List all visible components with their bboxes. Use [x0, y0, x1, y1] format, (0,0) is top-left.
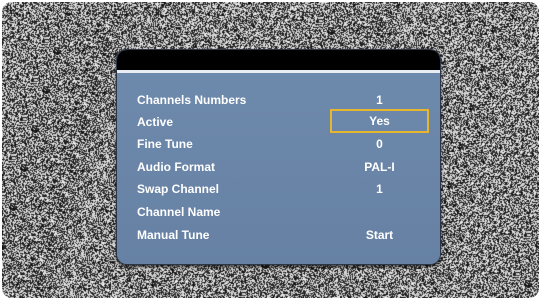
- swap-channel-value[interactable]: 1: [330, 179, 429, 199]
- menu-row-channels-numbers[interactable]: Channels Numbers 1: [117, 90, 440, 110]
- menu-row-label: Swap Channel: [137, 182, 220, 196]
- active-value-selected[interactable]: Yes: [330, 109, 429, 133]
- menu-row-label: Channels Numbers: [137, 93, 247, 107]
- menu-row-label: Manual Tune: [137, 228, 210, 242]
- menu-row-label: Audio Format: [137, 160, 215, 174]
- menu-row-swap-channel[interactable]: Swap Channel 1: [117, 179, 440, 199]
- menu-row-fine-tune[interactable]: Fine Tune 0: [117, 134, 440, 154]
- channels-numbers-value[interactable]: 1: [330, 90, 429, 110]
- menu-row-label: Active: [137, 115, 174, 129]
- audio-format-value[interactable]: PAL-I: [330, 157, 429, 177]
- manual-tune-start-button[interactable]: Start: [330, 225, 429, 245]
- menu-row-label: Channel Name: [137, 205, 221, 219]
- menu-header-bar: [117, 50, 440, 70]
- menu-row-audio-format[interactable]: Audio Format PAL-I: [117, 157, 440, 177]
- fine-tune-value[interactable]: 0: [330, 134, 429, 154]
- menu-row-label: Fine Tune: [137, 137, 193, 151]
- tv-screen: Channels Numbers 1 Active Yes Fine Tune …: [2, 2, 539, 298]
- menu-row-channel-name[interactable]: Channel Name: [117, 202, 440, 222]
- menu-row-manual-tune[interactable]: Manual Tune Start: [117, 225, 440, 245]
- menu-body: Channels Numbers 1 Active Yes Fine Tune …: [117, 73, 440, 264]
- menu-row-active[interactable]: Active Yes: [117, 109, 440, 133]
- channel-settings-menu: Channels Numbers 1 Active Yes Fine Tune …: [116, 49, 441, 265]
